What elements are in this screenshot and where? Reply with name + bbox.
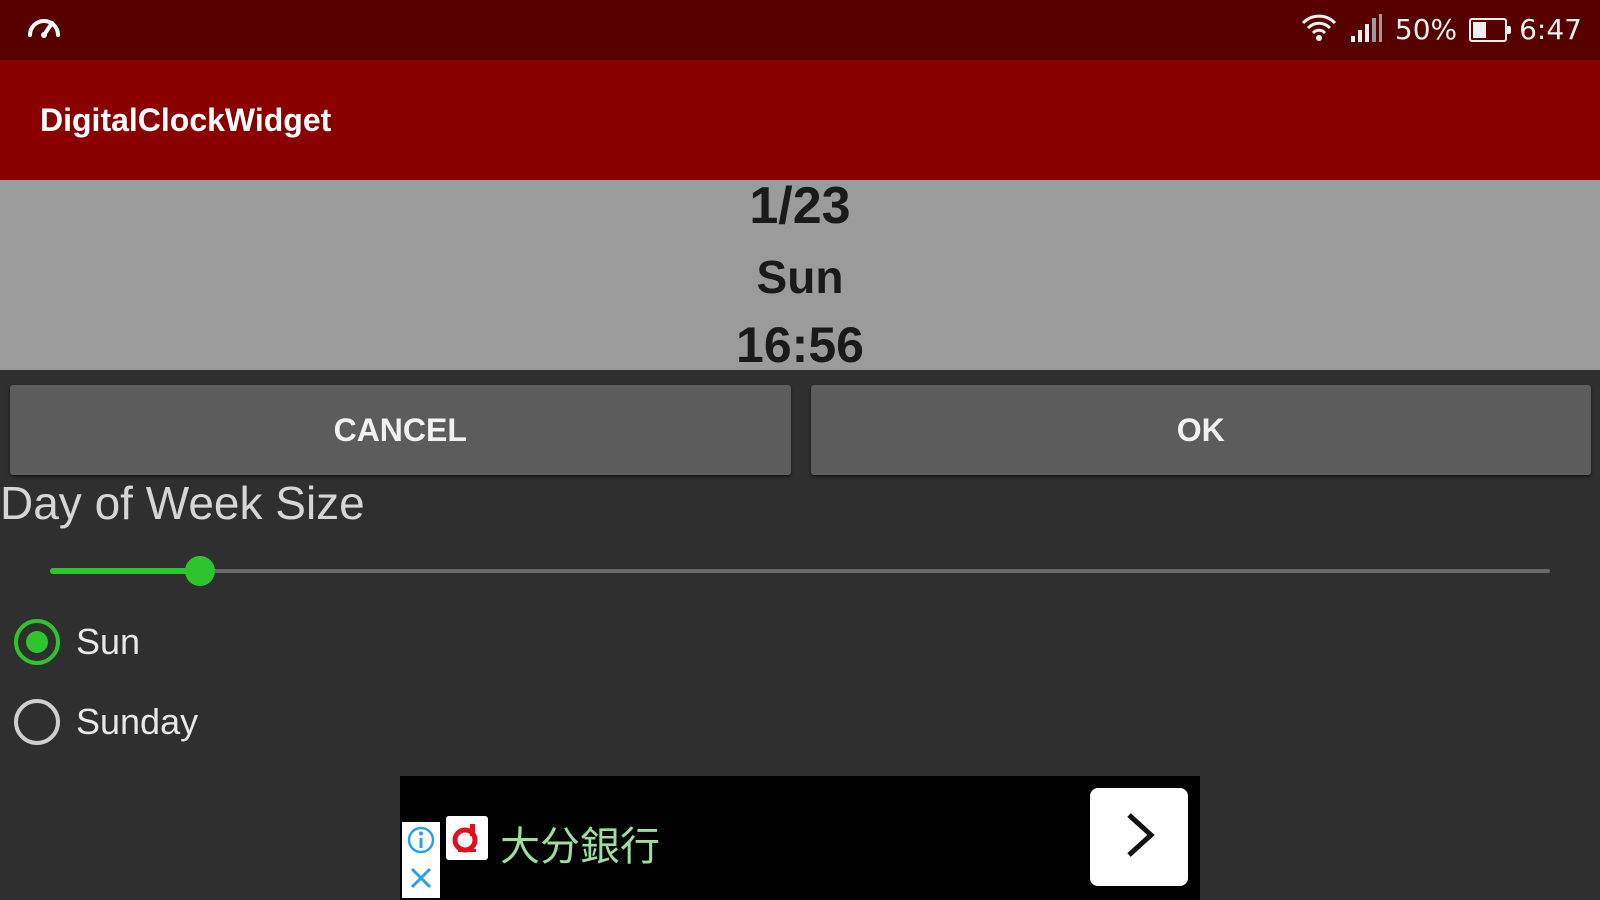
ok-button[interactable]: OK [810, 385, 1591, 475]
status-time: 6:47 [1519, 13, 1582, 46]
slider-track[interactable] [50, 569, 1550, 573]
clock-preview: 1/23 Sun 16:56 [0, 180, 1600, 370]
size-slider[interactable] [50, 556, 1550, 586]
setting-title: Day of Week Size [0, 477, 365, 529]
status-right: 50% 6:47 [1301, 11, 1582, 50]
slider-thumb[interactable] [185, 556, 215, 586]
chevron-right-icon[interactable] [1119, 810, 1159, 865]
ad-open-button[interactable] [1090, 788, 1188, 886]
battery-fill [1473, 22, 1487, 38]
preview-day-of-week: Sun [756, 251, 844, 303]
preview-time: 16:56 [736, 317, 864, 373]
adchoices[interactable] [402, 822, 440, 898]
radio-button-sunday[interactable] [14, 699, 60, 745]
option-sun[interactable]: Sun [14, 619, 140, 665]
ad-text[interactable]: 大分銀行 [500, 814, 660, 872]
bank-logo-icon [446, 816, 488, 860]
option-sunday[interactable]: Sunday [14, 699, 198, 745]
slider-fill [50, 568, 200, 574]
option-label-sunday: Sunday [76, 701, 199, 742]
preview-date: 1/23 [749, 177, 851, 235]
status-bar: 50% 6:47 [0, 0, 1600, 60]
battery-icon [1469, 18, 1512, 42]
status-left [26, 13, 62, 48]
speedometer-icon [26, 13, 62, 48]
ad-close-icon[interactable] [408, 865, 434, 896]
app-bar: DigitalClockWidget [0, 60, 1600, 180]
battery-percent: 50% [1394, 13, 1458, 46]
radio-button-sun[interactable] [14, 619, 60, 665]
cell-signal-icon [1349, 13, 1383, 47]
adchoices-info-icon[interactable] [406, 825, 436, 860]
wifi-icon [1301, 11, 1337, 50]
ad-banner[interactable]: 大分銀行 [400, 776, 1200, 900]
option-label-sun: Sun [76, 621, 141, 662]
app-title: DigitalClockWidget [40, 101, 332, 138]
cancel-button[interactable]: CANCEL [10, 385, 791, 475]
dialog-buttons: CANCEL OK [10, 385, 1591, 475]
